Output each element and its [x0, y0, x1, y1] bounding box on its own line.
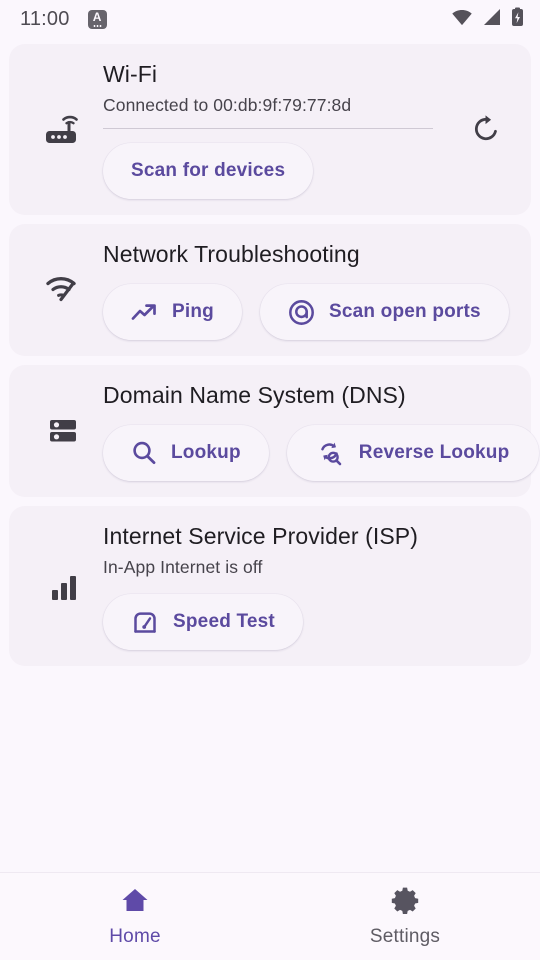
scan-for-devices-label: Scan for devices [131, 160, 286, 181]
scan-open-ports-button[interactable]: Scan open ports [259, 284, 509, 340]
wifi-icon [451, 8, 473, 31]
cards-scroll-area[interactable]: Wi-Fi Connected to 00:db:9f:79:77:8d Sca… [0, 38, 540, 872]
speedometer-icon [131, 609, 159, 636]
divider [103, 128, 433, 129]
battery-charging-icon [511, 7, 524, 32]
card-wifi[interactable]: Wi-Fi Connected to 00:db:9f:79:77:8d Sca… [9, 44, 531, 215]
card-title: Wi-Fi [103, 61, 158, 87]
card-actions: Scan for devices [103, 143, 457, 199]
speed-test-button[interactable]: Speed Test [103, 594, 303, 650]
target-icon [288, 299, 315, 326]
card-title: Domain Name System (DNS) [103, 382, 406, 408]
nav-item-settings-label: Settings [369, 925, 441, 947]
status-icons [451, 7, 524, 32]
nav-item-home-label: Home [109, 925, 161, 947]
lookup-button[interactable]: Lookup [103, 425, 269, 481]
card-dns[interactable]: Domain Name System (DNS) Lookup Reverse … [9, 365, 540, 497]
speed-test-label: Speed Test [173, 611, 275, 632]
nav-item-home[interactable]: Home [0, 886, 270, 948]
card-subtitle: Connected to 00:db:9f:79:77:8d [103, 95, 352, 115]
card-title: Internet Service Provider (ISP) [103, 523, 418, 549]
ping-label: Ping [172, 301, 214, 322]
trending-up-icon [131, 302, 158, 322]
refresh-icon[interactable] [457, 58, 515, 199]
bottom-navigation: Home Settings [0, 872, 540, 960]
reverse-lookup-button[interactable]: Reverse Lookup [286, 425, 540, 481]
search-icon [131, 440, 157, 466]
app-screen: 11:00 A Wi-Fi Connected to 00:db:9f:79:7… [0, 0, 540, 960]
gear-icon [391, 886, 419, 919]
search-sync-icon [317, 440, 345, 467]
card-network-troubleshooting[interactable]: Network Troubleshooting Ping Scan open p… [9, 224, 531, 356]
card-actions: Ping Scan open ports [103, 284, 515, 340]
scan-for-devices-button[interactable]: Scan for devices [103, 143, 314, 199]
dns-server-icon [25, 379, 103, 481]
card-actions: Lookup Reverse Lookup [103, 425, 540, 481]
scan-open-ports-label: Scan open ports [328, 301, 481, 322]
card-isp[interactable]: Internet Service Provider (ISP) In-App I… [9, 506, 531, 666]
ping-button[interactable]: Ping [103, 284, 242, 340]
notification-app-badge-icon: A [87, 9, 107, 29]
lookup-label: Lookup [171, 442, 241, 463]
card-subtitle: In-App Internet is off [103, 557, 263, 577]
home-icon [120, 886, 150, 919]
card-actions: Speed Test [103, 594, 515, 650]
signal-bars-icon [25, 520, 103, 650]
network-check-icon [25, 238, 103, 340]
nav-item-settings[interactable]: Settings [270, 886, 540, 948]
status-bar: 11:00 A [0, 0, 540, 38]
card-title: Network Troubleshooting [103, 241, 360, 267]
reverse-lookup-label: Reverse Lookup [358, 442, 510, 463]
router-icon [25, 58, 103, 199]
cell-signal-icon [482, 8, 502, 31]
status-time: 11:00 [20, 7, 70, 30]
